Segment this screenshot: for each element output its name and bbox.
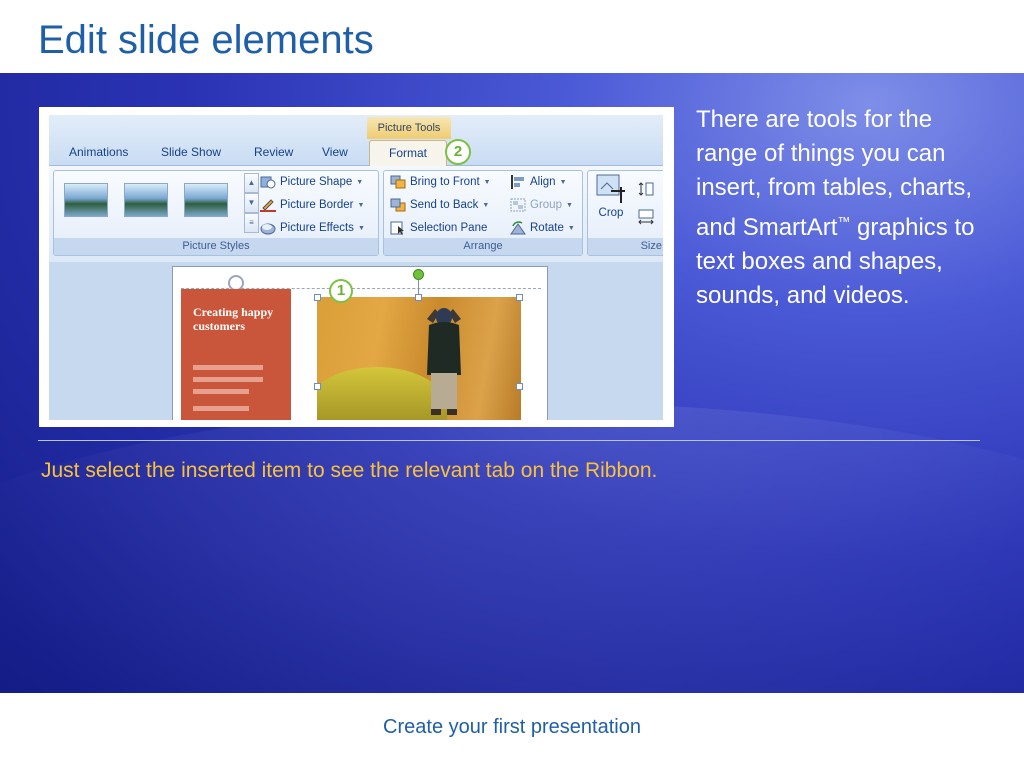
- crop-label: Crop: [598, 207, 624, 219]
- shape-height-icon[interactable]: [638, 181, 654, 197]
- picture-effects-button[interactable]: Picture Effects ▼: [260, 218, 365, 238]
- picture-shape-button[interactable]: Picture Shape ▼: [260, 172, 363, 192]
- size-group: Crop Size: [587, 170, 663, 256]
- dropdown-arrow-icon: ▼: [357, 201, 365, 209]
- picture-style-thumb[interactable]: [64, 183, 108, 217]
- resize-handle[interactable]: [314, 383, 321, 390]
- bring-to-front-label: Bring to Front: [410, 176, 480, 188]
- group-label: Group: [530, 199, 562, 211]
- rotate-icon: [510, 221, 526, 235]
- size-group-label: Size: [588, 238, 663, 255]
- resize-handle[interactable]: [516, 294, 523, 301]
- dropdown-arrow-icon: ▼: [483, 178, 491, 186]
- tip-text: Just select the inserted item to see the…: [41, 459, 658, 482]
- rotate-button[interactable]: Rotate ▼: [510, 218, 575, 238]
- picture-shape-icon: [260, 175, 276, 189]
- contextual-tab-label: Picture Tools: [367, 117, 451, 139]
- send-to-back-icon: [390, 198, 406, 212]
- picture-styles-group-label: Picture Styles: [54, 238, 378, 255]
- dropdown-arrow-icon: ▼: [567, 224, 575, 232]
- align-button[interactable]: Align ▼: [510, 172, 567, 192]
- slide-canvas: Creating happy customers 1: [49, 262, 663, 420]
- dropdown-arrow-icon: ▼: [559, 178, 567, 186]
- callout-2: 2: [445, 139, 471, 165]
- dropdown-arrow-icon: ▼: [482, 201, 490, 209]
- slide-preview[interactable]: Creating happy customers 1: [172, 266, 548, 420]
- bring-to-front-button[interactable]: Bring to Front ▼: [390, 172, 491, 192]
- picture-styles-group: ▲ ▼ ≡ Picture Shape ▼ Picture Border ▼ Pic…: [53, 170, 379, 256]
- crop-button[interactable]: Crop: [594, 173, 628, 233]
- picture-border-label: Picture Border: [280, 199, 354, 211]
- content-area: Picture Tools Animations Slide Show Revi…: [0, 73, 1024, 693]
- screenshot-image: Picture Tools Animations Slide Show Revi…: [49, 115, 663, 420]
- picture-effects-label: Picture Effects: [280, 222, 354, 234]
- bring-to-front-icon: [390, 175, 406, 189]
- ribbon-tab-bar: Picture Tools Animations Slide Show Revi…: [49, 115, 663, 167]
- resize-handle[interactable]: [314, 294, 321, 301]
- selection-pane-label: Selection Pane: [410, 222, 488, 234]
- slide-footer: Create your first presentation: [383, 716, 641, 738]
- picture-shape-label: Picture Shape: [280, 176, 353, 188]
- trademark-symbol: ™: [837, 214, 851, 229]
- dropdown-arrow-icon: ▼: [357, 224, 365, 232]
- ribbon-screenshot: Picture Tools Animations Slide Show Revi…: [39, 107, 674, 427]
- arrange-group-label: Arrange: [384, 238, 582, 255]
- crop-icon: [594, 173, 628, 207]
- styles-scroll-up-button[interactable]: ▲: [244, 173, 259, 193]
- shape-width-icon[interactable]: [638, 209, 654, 225]
- person-figure: [427, 308, 461, 415]
- styles-more-button[interactable]: ≡: [244, 213, 259, 233]
- tab-animations[interactable]: Animations: [69, 145, 128, 159]
- preview-title-panel: Creating happy customers: [181, 289, 291, 420]
- tab-slide-show[interactable]: Slide Show: [161, 145, 221, 159]
- picture-style-thumb[interactable]: [184, 183, 228, 217]
- tab-view[interactable]: View: [322, 145, 348, 159]
- rotation-handle-icon[interactable]: [413, 269, 424, 280]
- callout-1: 1: [329, 279, 353, 303]
- picture-effects-icon: [260, 221, 276, 235]
- picture-style-thumb[interactable]: [124, 183, 168, 217]
- selected-picture[interactable]: [317, 297, 521, 420]
- align-label: Align: [530, 176, 556, 188]
- selection-pane-icon: [390, 221, 406, 235]
- body-text: There are tools for the range of things …: [696, 103, 996, 313]
- text-line-placeholder: [193, 406, 249, 411]
- selection-pane-button[interactable]: Selection Pane: [390, 218, 487, 238]
- align-icon: [510, 175, 526, 189]
- tab-review[interactable]: Review: [254, 145, 293, 159]
- dropdown-arrow-icon: ▼: [565, 201, 573, 209]
- picture-border-button[interactable]: Picture Border ▼: [260, 195, 364, 215]
- styles-scroll-down-button[interactable]: ▼: [244, 193, 259, 213]
- resize-handle[interactable]: [415, 294, 422, 301]
- rotate-label: Rotate: [530, 222, 564, 234]
- preview-heading: Creating happy customers: [193, 305, 274, 333]
- group-button[interactable]: Group ▼: [510, 195, 573, 215]
- send-to-back-label: Send to Back: [410, 199, 479, 211]
- tab-format[interactable]: Format: [369, 140, 447, 167]
- group-icon: [510, 198, 526, 212]
- text-line-placeholder: [193, 389, 249, 394]
- send-to-back-button[interactable]: Send to Back ▼: [390, 195, 489, 215]
- text-line-placeholder: [193, 377, 263, 382]
- resize-handle[interactable]: [516, 383, 523, 390]
- picture-border-icon: [260, 198, 276, 212]
- arrange-group: Bring to Front ▼ Send to Back ▼ Selection …: [383, 170, 583, 256]
- divider-line: [38, 440, 980, 441]
- ribbon: ▲ ▼ ≡ Picture Shape ▼ Picture Border ▼ Pic…: [49, 166, 663, 262]
- dropdown-arrow-icon: ▼: [356, 178, 364, 186]
- slide-title: Edit slide elements: [38, 18, 374, 62]
- text-line-placeholder: [193, 365, 263, 370]
